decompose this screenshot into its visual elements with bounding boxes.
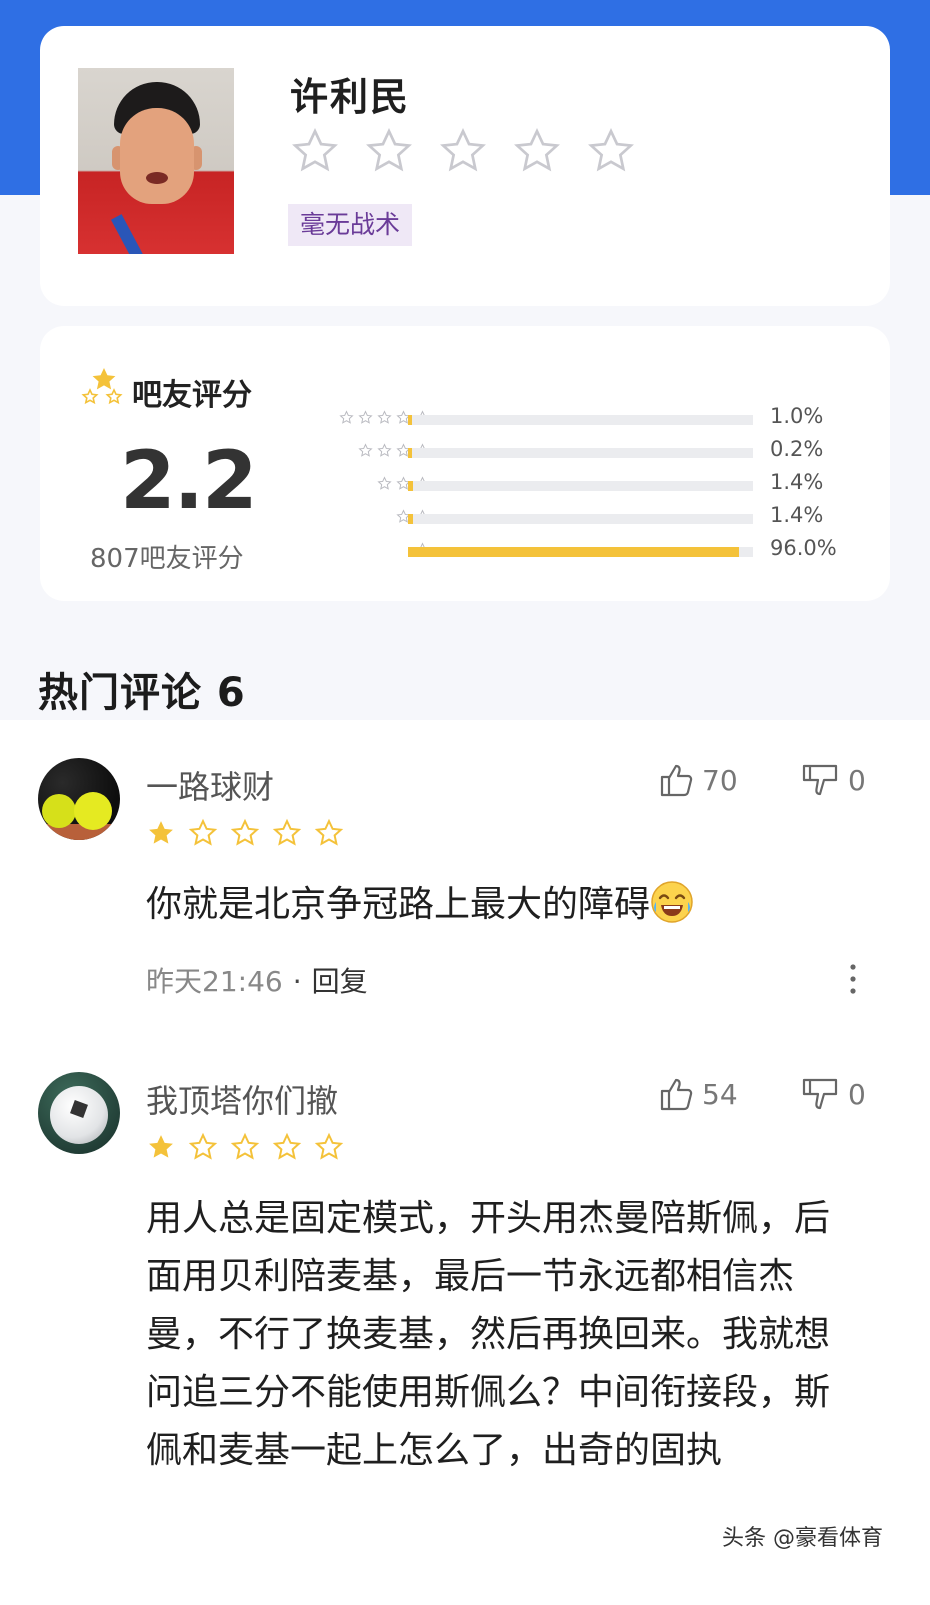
small-star-icon [377,443,392,457]
thumbs-down-icon [802,1078,838,1110]
reply-button[interactable]: 回复 [312,965,368,998]
comment-rating [146,818,344,848]
rating-bar-fill [408,547,740,557]
rating-row-4-star: 0.2% [290,437,850,469]
rate-stars[interactable] [290,126,636,176]
thumbs-down-icon [802,764,838,796]
small-star-icon [377,476,392,490]
meta-separator: · [292,965,302,998]
star-empty-icon[interactable] [586,126,636,176]
rating-row-2-star: 1.4% [290,503,850,535]
watermark: 头条 @豪看体育 [722,1526,883,1551]
star-empty-icon [314,1132,344,1160]
more-options-icon[interactable] [848,962,858,996]
comment-time: 昨天21:46 [146,965,283,998]
rating-bar-fill [408,481,413,491]
small-star-icon [358,443,373,457]
star-empty-icon[interactable] [364,126,414,176]
star-empty-icon[interactable] [512,126,562,176]
rating-card: 吧友评分 2.2 807吧友评分 1.0% 0.2% 1.4% 1.4% 96.0% [40,326,890,601]
comment-meta: 昨天21:46 · 回复 [146,960,368,1000]
star-empty-icon [272,1132,302,1160]
rating-bar-track [408,514,753,524]
rating-bar-fill [408,415,412,425]
rating-bar-fill [408,448,412,458]
coach-name: 许利民 [290,75,411,119]
star-empty-icon[interactable] [438,126,488,176]
stars-cluster-icon [81,368,123,405]
rating-row-5-star: 1.0% [290,404,850,436]
thumbs-up-icon [660,764,693,797]
rating-count: 807吧友评分 [90,544,244,574]
rating-percent: 1.0% [770,404,824,428]
rating-bar-track [408,415,753,425]
rating-score: 2.2 [120,434,258,527]
rating-percent: 1.4% [770,470,824,494]
like-button[interactable]: 54 [656,1074,738,1114]
dislike-count: 0 [848,1077,866,1111]
dislike-button[interactable]: 0 [800,1074,866,1114]
star-empty-icon [188,818,218,846]
coach-photo [78,68,234,254]
dislike-button[interactable]: 0 [800,760,866,800]
thumbs-up-icon [660,1078,693,1111]
comment-text: 用人总是固定模式，开头用杰曼陪斯佩，后面用贝利陪麦基，最后一节永远都相信杰曼，不… [146,1198,831,1471]
star-empty-icon [188,1132,218,1160]
rating-row-3-star: 1.4% [290,470,850,502]
like-count: 70 [702,763,738,797]
dislike-count: 0 [848,763,866,797]
user-avatar[interactable] [38,1072,120,1154]
small-star-icon [358,410,373,424]
rating-row-1-star: 96.0% [290,536,850,568]
like-button[interactable]: 70 [656,760,738,800]
rating-bar-track [408,547,753,557]
rating-percent: 1.4% [770,503,824,527]
star-filled-icon [149,1135,173,1158]
small-star-icon [339,410,354,424]
profile-card: 许利民 毫无战术 [40,26,890,306]
comment-username[interactable]: 我顶塔你们撤 [146,1076,338,1122]
like-count: 54 [702,1077,738,1111]
star-empty-icon [230,818,260,846]
rating-bar-fill [408,514,413,524]
laughing-emoji-icon [651,881,693,923]
small-star-icon [377,410,392,424]
comment-text: 你就是北京争冠路上最大的障碍 [146,876,846,934]
profile-tag[interactable]: 毫无战术 [288,204,413,246]
hot-comments-title: 热门评论 6 [38,670,246,716]
star-empty-icon [314,818,344,846]
rating-bar-track [408,448,753,458]
star-empty-icon [272,818,302,846]
star-empty-icon[interactable] [290,126,340,176]
rating-percent: 0.2% [770,437,824,461]
comment-rating [146,1132,344,1162]
star-filled-icon [149,821,173,844]
rating-bar-track [408,481,753,491]
rating-percent: 96.0% [770,536,837,560]
comment-username[interactable]: 一路球财 [146,762,274,808]
star-empty-icon [230,1132,260,1160]
rating-title: 吧友评分 [132,378,252,413]
user-avatar[interactable] [38,758,120,840]
